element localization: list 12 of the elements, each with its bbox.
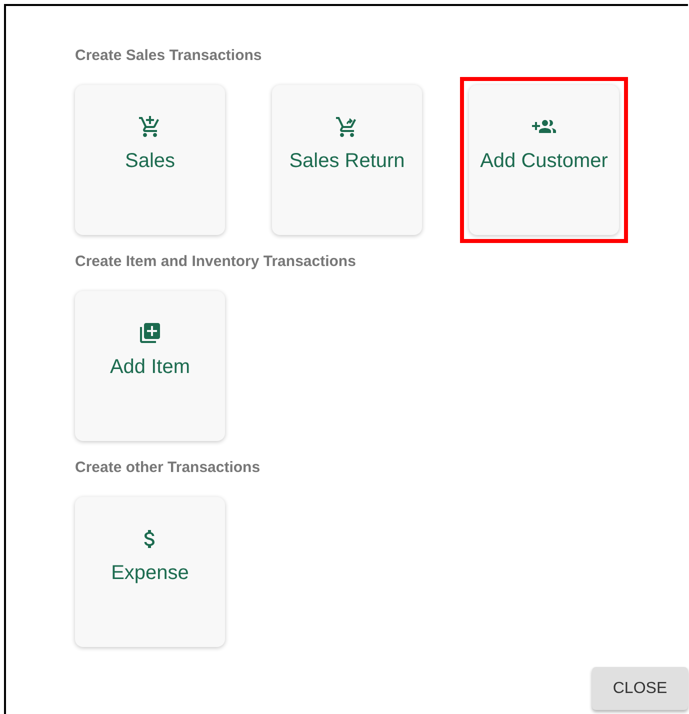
transaction-tile[interactable]: Expense [75,497,225,647]
transaction-tile[interactable]: Sales Return [272,85,422,235]
add-stack-icon [138,321,162,345]
transaction-tile[interactable]: Add Item [75,291,225,441]
section-heading: Create Sales Transactions [75,46,262,66]
section-heading: Create other Transactions [75,458,260,478]
cart-plus-icon [138,115,162,139]
section-heading: Create Item and Inventory Transactions [75,252,356,272]
close-button[interactable]: CLOSE [592,667,688,710]
cart-arrow-icon [335,115,359,139]
transaction-tile[interactable]: Add Customer [469,85,619,235]
transaction-tile[interactable]: Sales [75,85,225,235]
